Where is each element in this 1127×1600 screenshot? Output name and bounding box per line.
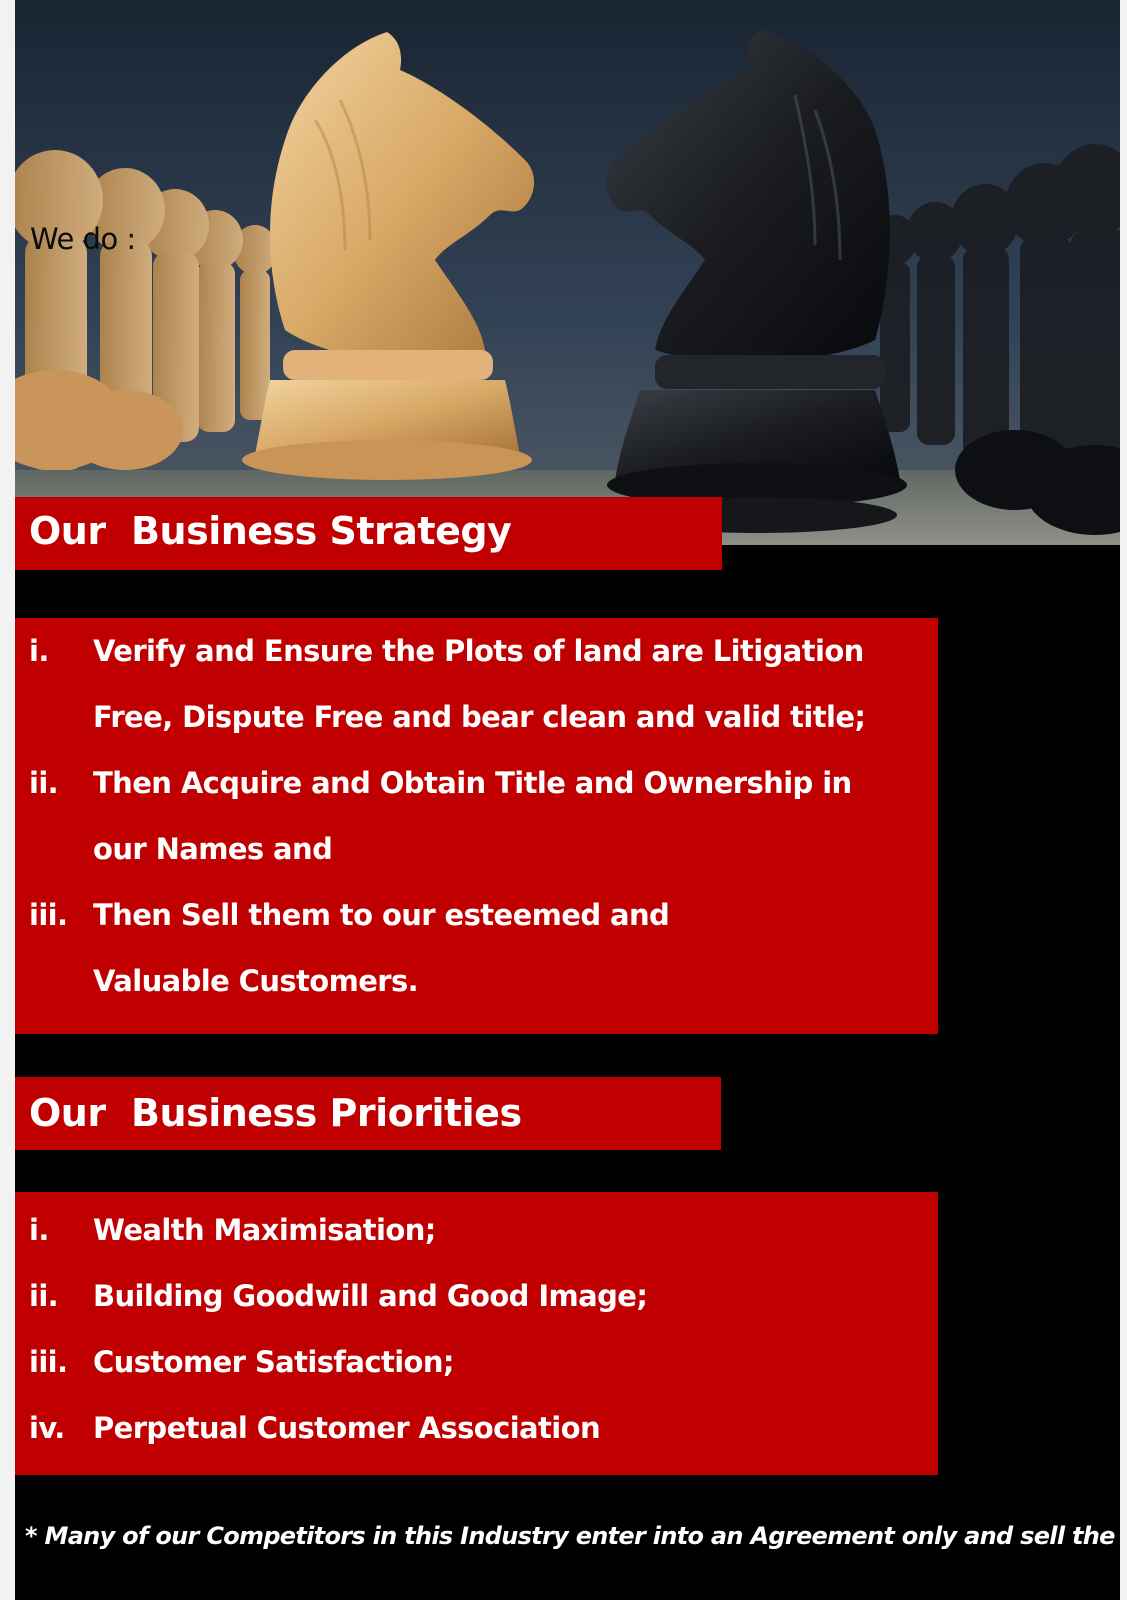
list-item-number: iii. <box>29 1345 68 1379</box>
list-item: i. Verify and Ensure the Plots of land a… <box>15 618 938 750</box>
list-item-text: Wealth Maximisation; <box>93 1213 436 1247</box>
strategy-heading: Our Business Strategy <box>29 509 512 553</box>
strategy-list: i. Verify and Ensure the Plots of land a… <box>15 618 938 1034</box>
list-item-text: Then Acquire and Obtain Title and Owners… <box>93 766 852 866</box>
list-item-number: ii. <box>29 1279 59 1313</box>
list-item-number: i. <box>29 1213 49 1247</box>
list-item-number: iv. <box>29 1411 65 1445</box>
intro-text: We do : <box>30 222 136 256</box>
list-item-number: i. <box>29 634 49 668</box>
list-item-text: Then Sell them to our esteemed and Valua… <box>93 898 670 998</box>
list-item: iii. Then Sell them to our esteemed and … <box>15 882 938 1014</box>
document-page: We do : Our Business Strategy i. Verify … <box>15 0 1120 1600</box>
list-item: iii. Customer Satisfaction; <box>15 1329 938 1395</box>
list-item-text: Customer Satisfaction; <box>93 1345 455 1379</box>
list-item-number: ii. <box>29 766 59 800</box>
priorities-heading-banner: Our Business Priorities <box>15 1077 721 1150</box>
list-item: ii. Building Goodwill and Good Image; <box>15 1263 938 1329</box>
list-item-text: Perpetual Customer Association <box>93 1411 601 1445</box>
priorities-heading: Our Business Priorities <box>29 1091 522 1135</box>
list-item-text: Building Goodwill and Good Image; <box>93 1279 648 1313</box>
list-item: iv. Perpetual Customer Association <box>15 1395 938 1461</box>
strategy-heading-banner: Our Business Strategy <box>15 497 722 570</box>
list-item: i. Wealth Maximisation; <box>15 1197 938 1263</box>
list-item-number: iii. <box>29 898 68 932</box>
chess-knights-image: We do : <box>15 0 1120 545</box>
chess-illustration <box>15 0 1120 545</box>
list-item: ii. Then Acquire and Obtain Title and Ow… <box>15 750 938 882</box>
list-item-text: Verify and Ensure the Plots of land are … <box>93 634 866 734</box>
priorities-list: i. Wealth Maximisation; ii. Building Goo… <box>15 1192 938 1475</box>
footnote: * Many of our Competitors in this Indust… <box>25 1522 1120 1550</box>
